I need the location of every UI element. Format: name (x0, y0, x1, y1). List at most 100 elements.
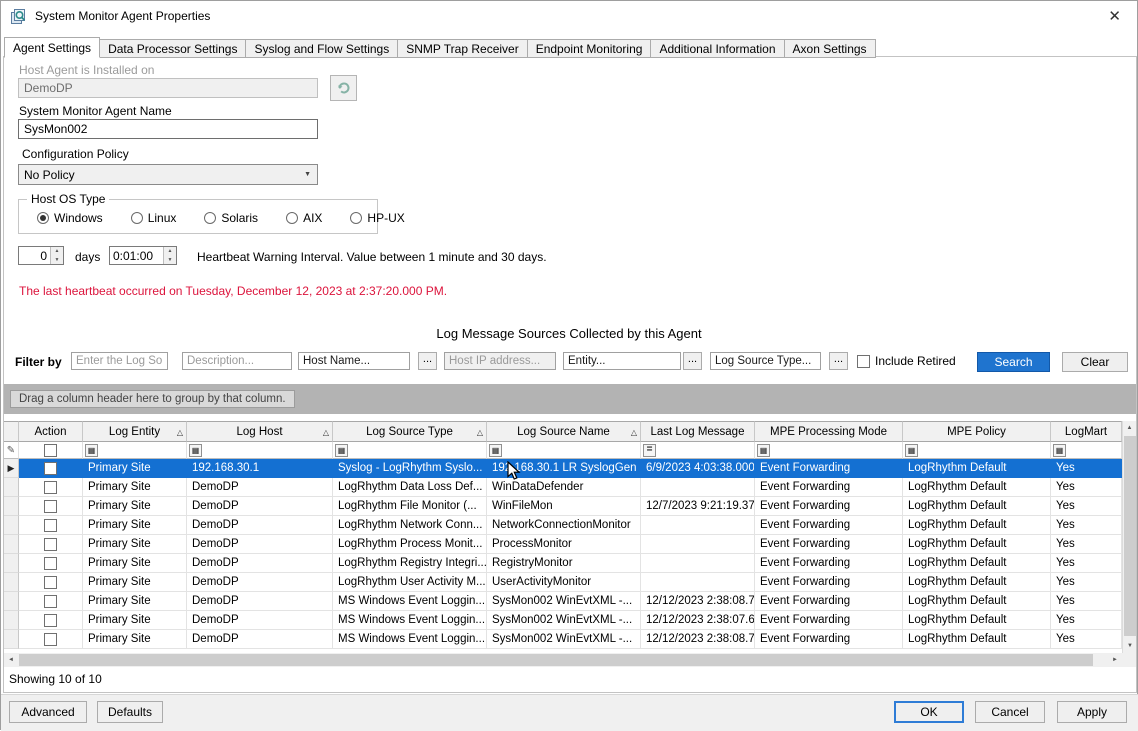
log-source-type-browse-button[interactable]: ... (829, 352, 848, 370)
row-indicator-cell (4, 592, 19, 611)
table-row[interactable]: Primary SiteDemoDPLogRhythm Process Moni… (4, 535, 1136, 554)
cell-action (19, 630, 83, 649)
include-retired-option[interactable]: Include Retired (857, 354, 956, 368)
scroll-left-icon[interactable]: ◄ (4, 653, 18, 667)
agent-name-field[interactable] (18, 119, 318, 139)
host-name-browse-button[interactable]: ... (418, 352, 437, 370)
table-row[interactable]: Primary SiteDemoDPMS Windows Event Loggi… (4, 630, 1136, 649)
tab-endpoint-monitoring[interactable]: Endpoint Monitoring (527, 39, 652, 58)
table-row[interactable]: Primary SiteDemoDPLogRhythm Data Loss De… (4, 478, 1136, 497)
table-row[interactable]: Primary SiteDemoDPMS Windows Event Loggi… (4, 592, 1136, 611)
configuration-policy-select[interactable]: No Policy ▼ (18, 164, 318, 185)
spin-down-icon[interactable]: ▼ (164, 256, 176, 265)
advanced-button[interactable]: Advanced (9, 701, 87, 723)
column-filter-icon[interactable]: ▦ (1053, 444, 1066, 457)
cell-mpe-mode: Event Forwarding (755, 516, 903, 535)
description-filter-input[interactable] (182, 352, 292, 370)
row-checkbox[interactable] (44, 481, 57, 494)
spin-up-icon[interactable]: ▲ (164, 247, 176, 256)
tab-agent-settings[interactable]: Agent Settings (4, 37, 100, 58)
heartbeat-days-spinner[interactable]: 0 ▲ ▼ (18, 246, 64, 265)
row-checkbox[interactable] (44, 595, 57, 608)
tab-syslog-and-flow-settings[interactable]: Syslog and Flow Settings (245, 39, 398, 58)
row-checkbox[interactable] (44, 614, 57, 627)
vertical-scrollbar[interactable]: ▲ ▼ (1122, 421, 1136, 653)
horizontal-scroll-thumb[interactable] (19, 654, 1093, 666)
column-header-log-source-name[interactable]: Log Source Name△ (487, 421, 641, 442)
column-header-logmart[interactable]: LogMart (1051, 421, 1122, 442)
column-header-last-log-message[interactable]: Last Log Message (641, 421, 755, 442)
os-radio-hp-ux[interactable]: HP-UX (350, 211, 404, 225)
os-radio-aix[interactable]: AIX (286, 211, 322, 225)
include-retired-label: Include Retired (875, 354, 956, 368)
spin-down-icon[interactable]: ▼ (51, 256, 63, 265)
row-checkbox[interactable] (44, 633, 57, 646)
cell-logmart: Yes (1051, 478, 1122, 497)
table-row[interactable]: Primary SiteDemoDPMS Windows Event Loggi… (4, 611, 1136, 630)
horizontal-scrollbar[interactable]: ◄ ► (4, 653, 1122, 667)
heartbeat-time-spinner[interactable]: 0:01:00 ▲ ▼ (109, 246, 177, 265)
group-by-bar[interactable]: Drag a column header here to group by th… (4, 384, 1136, 414)
column-header-log-host[interactable]: Log Host△ (187, 421, 333, 442)
cell-mpe-policy: LogRhythm Default (903, 630, 1051, 649)
include-retired-checkbox[interactable] (857, 355, 870, 368)
tab-data-processor-settings[interactable]: Data Processor Settings (99, 39, 246, 58)
table-row[interactable]: Primary SiteDemoDPLogRhythm Network Conn… (4, 516, 1136, 535)
cell-log-entity: Primary Site (83, 459, 187, 478)
defaults-button[interactable]: Defaults (97, 701, 163, 723)
column-header-mpe-policy[interactable]: MPE Policy (903, 421, 1051, 442)
close-icon[interactable]: ✕ (1108, 7, 1121, 25)
column-header-log-source-type[interactable]: Log Source Type△ (333, 421, 487, 442)
column-filter-icon[interactable]: ▦ (85, 444, 98, 457)
equals-filter-icon[interactable]: = (643, 444, 656, 457)
select-all-checkbox[interactable] (44, 444, 57, 457)
row-checkbox[interactable] (44, 576, 57, 589)
os-radio-solaris[interactable]: Solaris (204, 211, 258, 225)
os-radio-linux[interactable]: Linux (131, 211, 177, 225)
column-header-mpe-processing-mode[interactable]: MPE Processing Mode (755, 421, 903, 442)
row-checkbox[interactable] (44, 557, 57, 570)
log-source-type-filter-input[interactable] (710, 352, 821, 370)
tab-snmp-trap-receiver[interactable]: SNMP Trap Receiver (397, 39, 527, 58)
clear-button[interactable]: Clear (1062, 352, 1128, 372)
column-filter-icon[interactable]: ▦ (189, 444, 202, 457)
row-checkbox[interactable] (44, 462, 57, 475)
row-checkbox[interactable] (44, 538, 57, 551)
spin-up-icon[interactable]: ▲ (51, 247, 63, 256)
column-filter-icon[interactable]: ▦ (489, 444, 502, 457)
cell-log-source-type: LogRhythm User Activity M... (333, 573, 487, 592)
apply-button[interactable]: Apply (1057, 701, 1127, 723)
cell-log-host: DemoDP (187, 535, 333, 554)
grid-filter-row: ✎▦▦▦▦=▦▦▦ (4, 442, 1136, 459)
column-filter-icon[interactable]: ▦ (905, 444, 918, 457)
ok-button[interactable]: OK (894, 701, 964, 723)
cell-log-source-name: SysMon002 WinEvtXML -... (487, 630, 641, 649)
radio-icon (131, 212, 143, 224)
column-filter-icon[interactable]: ▦ (335, 444, 348, 457)
column-header-log-entity[interactable]: Log Entity△ (83, 421, 187, 442)
cell-action (19, 459, 83, 478)
scroll-up-icon[interactable]: ▲ (1123, 421, 1136, 435)
table-row[interactable]: ▶Primary Site192.168.30.1Syslog - LogRhy… (4, 459, 1136, 478)
search-button[interactable]: Search (977, 352, 1050, 372)
column-filter-icon[interactable]: ▦ (757, 444, 770, 457)
column-header-label: MPE Policy (947, 426, 1006, 438)
row-checkbox[interactable] (44, 519, 57, 532)
cancel-button[interactable]: Cancel (975, 701, 1045, 723)
host-name-filter-input[interactable] (298, 352, 410, 370)
vertical-scroll-thumb[interactable] (1124, 436, 1136, 636)
log-source-filter-input[interactable] (71, 352, 168, 370)
host-lookup-button[interactable] (330, 75, 357, 101)
scroll-down-icon[interactable]: ▼ (1123, 639, 1137, 653)
table-row[interactable]: Primary SiteDemoDPLogRhythm Registry Int… (4, 554, 1136, 573)
scroll-right-icon[interactable]: ► (1108, 653, 1122, 667)
row-checkbox[interactable] (44, 500, 57, 513)
entity-browse-button[interactable]: ... (683, 352, 702, 370)
column-header-action[interactable]: Action (19, 421, 83, 442)
entity-filter-input[interactable] (563, 352, 681, 370)
tab-axon-settings[interactable]: Axon Settings (784, 39, 876, 58)
table-row[interactable]: Primary SiteDemoDPLogRhythm User Activit… (4, 573, 1136, 592)
os-radio-windows[interactable]: Windows (37, 211, 103, 225)
table-row[interactable]: Primary SiteDemoDPLogRhythm File Monitor… (4, 497, 1136, 516)
tab-additional-information[interactable]: Additional Information (650, 39, 784, 58)
